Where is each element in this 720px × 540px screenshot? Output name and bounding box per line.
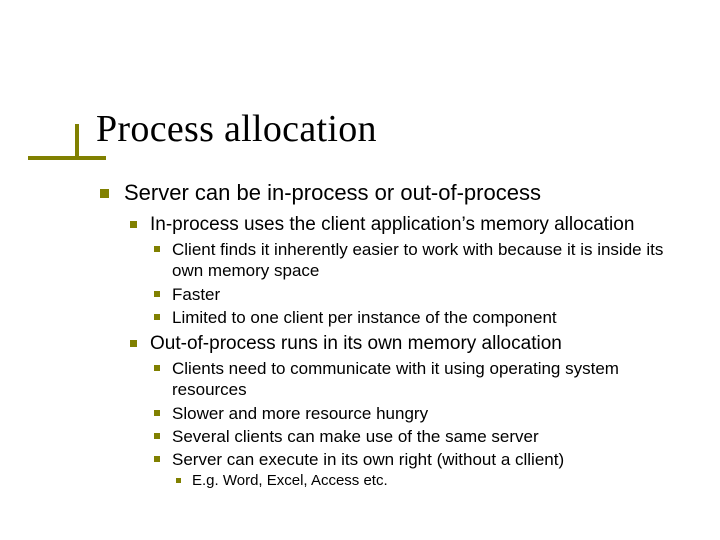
list-item: Out-of-process runs in its own memory al… xyxy=(124,332,696,491)
title-underline xyxy=(28,156,106,160)
slide-body: Server can be in-process or out-of-proce… xyxy=(96,180,696,499)
bullet-text: Several clients can make use of the same… xyxy=(172,427,539,446)
bullet-text: Limited to one client per instance of th… xyxy=(172,308,557,327)
title-tick xyxy=(75,124,79,156)
bullet-text: Clients need to communicate with it usin… xyxy=(172,359,619,399)
bullet-text: Out-of-process runs in its own memory al… xyxy=(150,333,562,354)
bullet-icon xyxy=(154,246,160,252)
title-wrap: Process allocation xyxy=(96,107,377,151)
bullet-text: E.g. Word, Excel, Access etc. xyxy=(192,472,388,489)
bullet-icon xyxy=(154,456,160,462)
list-item: Server can execute in its own right (wit… xyxy=(150,449,696,491)
bullet-text: Client finds it inherently easier to wor… xyxy=(172,240,663,280)
list-item: Server can be in-process or out-of-proce… xyxy=(96,180,696,491)
bullet-text: Slower and more resource hungry xyxy=(172,404,428,423)
bullet-icon xyxy=(130,221,137,228)
bullet-icon xyxy=(154,314,160,320)
slide-title: Process allocation xyxy=(96,107,377,151)
list-item: E.g. Word, Excel, Access etc. xyxy=(172,472,696,491)
list-item: Slower and more resource hungry xyxy=(150,403,696,424)
list-item: Limited to one client per instance of th… xyxy=(150,307,696,328)
list-item: In-process uses the client application’s… xyxy=(124,213,696,328)
list-item: Client finds it inherently easier to wor… xyxy=(150,239,696,282)
bullet-icon xyxy=(154,433,160,439)
bullet-list-l3: Clients need to communicate with it usin… xyxy=(150,358,696,491)
bullet-icon xyxy=(130,340,137,347)
list-item: Several clients can make use of the same… xyxy=(150,426,696,447)
bullet-icon xyxy=(154,365,160,371)
bullet-list-l3: Client finds it inherently easier to wor… xyxy=(150,239,696,328)
bullet-text: Server can execute in its own right (wit… xyxy=(172,450,564,469)
bullet-list-l4: E.g. Word, Excel, Access etc. xyxy=(172,472,696,491)
bullet-list-l2: In-process uses the client application’s… xyxy=(124,213,696,491)
slide: Process allocation Server can be in-proc… xyxy=(0,0,720,540)
bullet-text: In-process uses the client application’s… xyxy=(150,214,634,235)
bullet-text: Server can be in-process or out-of-proce… xyxy=(124,180,541,205)
bullet-text: Faster xyxy=(172,285,220,304)
bullet-icon xyxy=(176,478,181,483)
bullet-icon xyxy=(154,410,160,416)
bullet-icon xyxy=(154,291,160,297)
bullet-icon xyxy=(100,189,109,198)
list-item: Clients need to communicate with it usin… xyxy=(150,358,696,401)
list-item: Faster xyxy=(150,284,696,305)
bullet-list-l1: Server can be in-process or out-of-proce… xyxy=(96,180,696,491)
